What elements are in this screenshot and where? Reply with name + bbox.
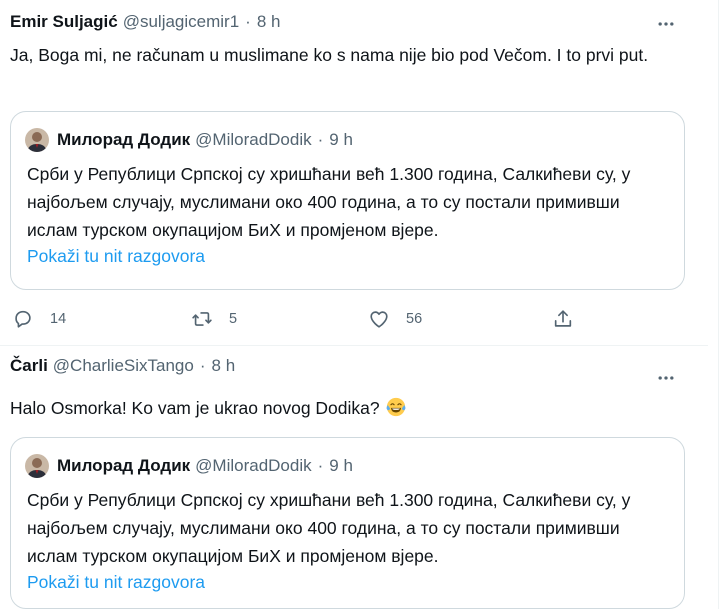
retweet-button[interactable]: 5 (191, 306, 237, 332)
heart-icon (370, 311, 388, 328)
tweet-text: Ja, Boga mi, ne računam u muslimane ko s… (10, 45, 649, 65)
tweet-text: Halo Osmorka! Ko vam je ukrao novog Dodi… (10, 395, 680, 422)
avatar-image (25, 128, 49, 152)
quoted-tweet-header: Милорад Додик @MiloradDodik · 9 h (25, 127, 353, 153)
quoted-author-handle: @MiloradDodik (195, 130, 312, 149)
reply-button[interactable]: 14 (12, 306, 66, 332)
show-thread-link[interactable]: Pokaži tu nit razgovora (27, 246, 205, 267)
like-count: 56 (406, 311, 423, 327)
like-button[interactable]: 56 (368, 306, 422, 332)
quoted-tweet-text: Срби у Републици Српској су хришћани већ… (27, 164, 631, 240)
tweet[interactable]: Emir Suljagić @suljagicemir1 · 8 h Ja, B… (0, 0, 708, 346)
quoted-tweet-time: 9 h (329, 456, 353, 475)
reply-icon (15, 310, 31, 328)
share-icon (554, 310, 572, 327)
quoted-tweet[interactable]: Милорад Додик @MiloradDodik · 9 h Срби у… (10, 437, 685, 609)
author-handle[interactable]: @suljagicemir1 (123, 12, 239, 32)
retweet-count: 5 (229, 311, 238, 327)
quoted-tweet-time: 9 h (329, 130, 353, 149)
more-horizontal-icon (658, 376, 674, 380)
avatar-image (25, 454, 49, 478)
avatar[interactable] (25, 454, 49, 478)
tweet-header: Čarli @CharlieSixTango · 8 h (10, 354, 235, 378)
tweet-actions: 14 5 56 (0, 306, 708, 332)
separator-dot: · (317, 130, 324, 149)
avatar[interactable] (25, 128, 49, 152)
share-button[interactable] (552, 306, 574, 332)
more-options-button[interactable] (652, 12, 680, 36)
reply-count: 14 (50, 311, 67, 327)
show-thread-link[interactable]: Pokaži tu nit razgovora (27, 572, 205, 593)
quoted-tweet-header: Милорад Додик @MiloradDodik · 9 h (25, 453, 353, 479)
face-with-tears-of-joy-icon (386, 397, 406, 417)
separator-dot: · (199, 356, 206, 375)
author-name[interactable]: Emir Suljagić (10, 12, 118, 32)
separator-dot: · (317, 456, 324, 475)
more-options-button[interactable] (652, 366, 680, 390)
tweet-time[interactable]: 8 h (257, 12, 281, 32)
tweet-text-content: Halo Osmorka! Ko vam je ukrao novog Dodi… (10, 398, 380, 418)
quoted-author-name: Милорад Додик (57, 130, 191, 149)
author-name[interactable]: Čarli (10, 356, 48, 376)
author-handle[interactable]: @CharlieSixTango (53, 356, 194, 376)
quoted-author-handle: @MiloradDodik (195, 456, 312, 475)
tweet-time[interactable]: 8 h (212, 356, 236, 376)
more-horizontal-icon (658, 22, 674, 26)
tweet[interactable]: Čarli @CharlieSixTango · 8 h Halo Osmork… (0, 347, 708, 609)
quoted-tweet-text: Срби у Републици Српској су хришћани већ… (27, 490, 631, 566)
separator-dot: · (245, 12, 251, 31)
quoted-tweet[interactable]: Милорад Додик @MiloradDodik · 9 h Срби у… (10, 111, 685, 290)
tweet-header: Emir Suljagić @suljagicemir1 · 8 h (10, 10, 280, 34)
quoted-author-name: Милорад Додик (57, 456, 191, 475)
retweet-icon (192, 312, 212, 326)
